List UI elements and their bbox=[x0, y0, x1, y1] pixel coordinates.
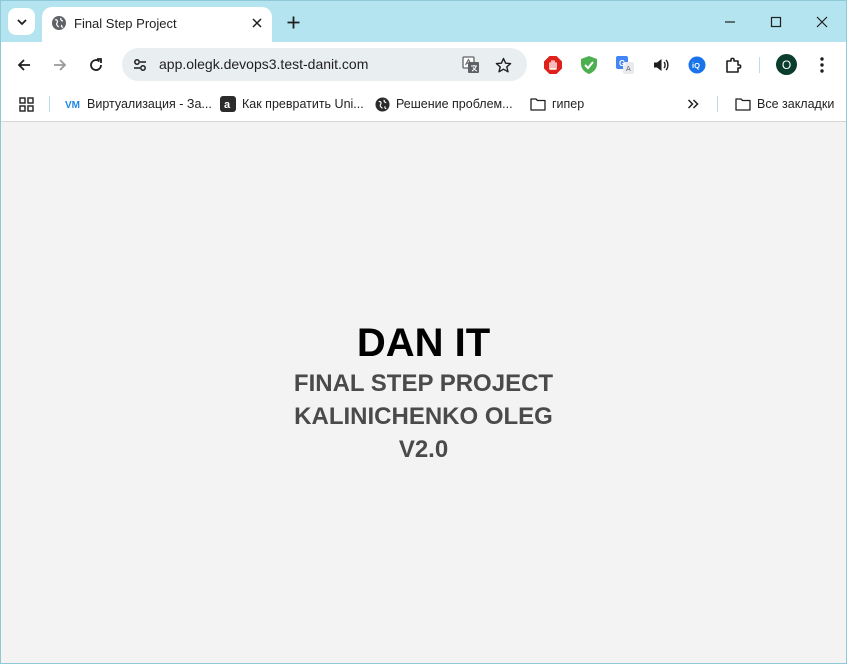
tab-strip: Final Step Project bbox=[1, 1, 846, 42]
maximize-icon bbox=[770, 16, 782, 28]
arrow-left-icon bbox=[17, 59, 30, 71]
url-text[interactable]: app.olegk.devops3.test-danit.com bbox=[159, 56, 368, 72]
site-info-button[interactable] bbox=[128, 53, 152, 77]
security-extension[interactable] bbox=[574, 50, 604, 80]
folder-icon bbox=[530, 96, 546, 112]
toolbar-divider bbox=[759, 57, 760, 73]
more-bookmarks-button[interactable] bbox=[687, 93, 699, 115]
extensions-menu-button[interactable] bbox=[718, 50, 748, 80]
bookmarks-divider bbox=[49, 96, 50, 112]
bookmarks-divider bbox=[717, 96, 718, 112]
bookmark-star-button[interactable] bbox=[491, 53, 515, 77]
bookmark-label: Как превратить Uni... bbox=[242, 97, 364, 111]
globe-icon bbox=[374, 96, 390, 112]
svg-text:iQ: iQ bbox=[692, 61, 700, 70]
bookmark-virtualization[interactable]: VM Виртуализация - За... bbox=[65, 93, 212, 115]
minimize-icon bbox=[725, 21, 735, 23]
apps-grid-icon bbox=[19, 96, 34, 112]
translate-page-button[interactable] bbox=[459, 53, 483, 77]
close-icon bbox=[252, 18, 262, 28]
browser-window: Final Step Project app.olegk.devops3.tes… bbox=[0, 0, 847, 664]
all-bookmarks-button[interactable]: Все закладки bbox=[735, 93, 834, 115]
project-name: FINAL STEP PROJECT bbox=[293, 370, 554, 397]
tune-icon bbox=[134, 59, 146, 71]
browser-toolbar: app.olegk.devops3.test-danit.com G A iQ … bbox=[1, 42, 846, 87]
bookmark-unity-howto[interactable]: a Как превратить Uni... bbox=[220, 93, 364, 115]
bookmark-problem-solving[interactable]: Решение проблем... bbox=[374, 93, 513, 115]
svg-text:a: a bbox=[224, 99, 231, 111]
iq-icon: iQ bbox=[688, 56, 706, 74]
browser-menu-button[interactable] bbox=[808, 51, 836, 79]
version-label: V2.0 bbox=[398, 436, 449, 463]
maximize-button[interactable] bbox=[764, 10, 788, 34]
bookmark-label: Виртуализация - За... bbox=[87, 97, 212, 111]
page-title: DAN IT bbox=[356, 321, 491, 365]
vm-icon: VM bbox=[65, 96, 81, 112]
tab-close-button[interactable] bbox=[248, 14, 266, 32]
arrow-right-icon bbox=[54, 59, 67, 71]
page-content: DAN IT FINAL STEP PROJECT KALINICHENKO O… bbox=[1, 122, 846, 663]
forward-button[interactable] bbox=[46, 51, 74, 79]
apps-button[interactable] bbox=[19, 93, 34, 115]
address-bar[interactable]: app.olegk.devops3.test-danit.com bbox=[122, 48, 527, 81]
minimize-button[interactable] bbox=[718, 10, 742, 34]
adblock-icon bbox=[544, 56, 562, 74]
plus-icon bbox=[287, 16, 299, 28]
author-name: KALINICHENKO OLEG bbox=[294, 403, 553, 430]
profile-avatar[interactable]: O bbox=[776, 54, 797, 75]
a-icon: a bbox=[220, 96, 236, 112]
svg-text:G: G bbox=[619, 59, 625, 68]
chevron-down-icon bbox=[16, 18, 27, 25]
reload-icon bbox=[90, 58, 102, 71]
double-chevron-right-icon bbox=[687, 99, 699, 109]
back-button[interactable] bbox=[10, 51, 38, 79]
close-icon bbox=[816, 16, 828, 28]
folder-icon bbox=[735, 96, 751, 112]
volume-icon bbox=[654, 59, 669, 71]
avatar-initial: O bbox=[781, 57, 792, 72]
translate-icon bbox=[462, 56, 479, 73]
close-window-button[interactable] bbox=[810, 10, 834, 34]
bookmarks-bar: VM Виртуализация - За... a Как превратит… bbox=[1, 87, 846, 122]
svg-text:VM: VM bbox=[65, 100, 80, 110]
adblock-extension[interactable] bbox=[538, 50, 568, 80]
tab-search-button[interactable] bbox=[8, 8, 35, 35]
star-icon bbox=[495, 57, 511, 72]
hero-block: DAN IT FINAL STEP PROJECT KALINICHENKO O… bbox=[1, 319, 846, 466]
puzzle-icon bbox=[726, 57, 742, 73]
tab-final-step-project[interactable]: Final Step Project bbox=[42, 7, 272, 42]
new-tab-button[interactable] bbox=[282, 11, 304, 33]
globe-icon bbox=[52, 16, 66, 30]
svg-text:A: A bbox=[626, 66, 631, 73]
iq-extension[interactable]: iQ bbox=[682, 50, 712, 80]
all-bookmarks-label: Все закладки bbox=[757, 97, 835, 111]
bookmark-label: гипер bbox=[552, 97, 585, 111]
google-translate-extension[interactable]: G A bbox=[610, 50, 640, 80]
bookmark-label: Решение проблем... bbox=[396, 97, 513, 111]
volume-extension[interactable] bbox=[646, 50, 676, 80]
translate-icon: G A bbox=[616, 56, 634, 74]
reload-button[interactable] bbox=[82, 51, 110, 79]
tab-title: Final Step Project bbox=[74, 16, 177, 31]
more-vert-icon bbox=[820, 57, 824, 73]
shield-check-icon bbox=[581, 56, 597, 74]
bookmark-folder-giper[interactable]: гипер bbox=[530, 93, 584, 115]
